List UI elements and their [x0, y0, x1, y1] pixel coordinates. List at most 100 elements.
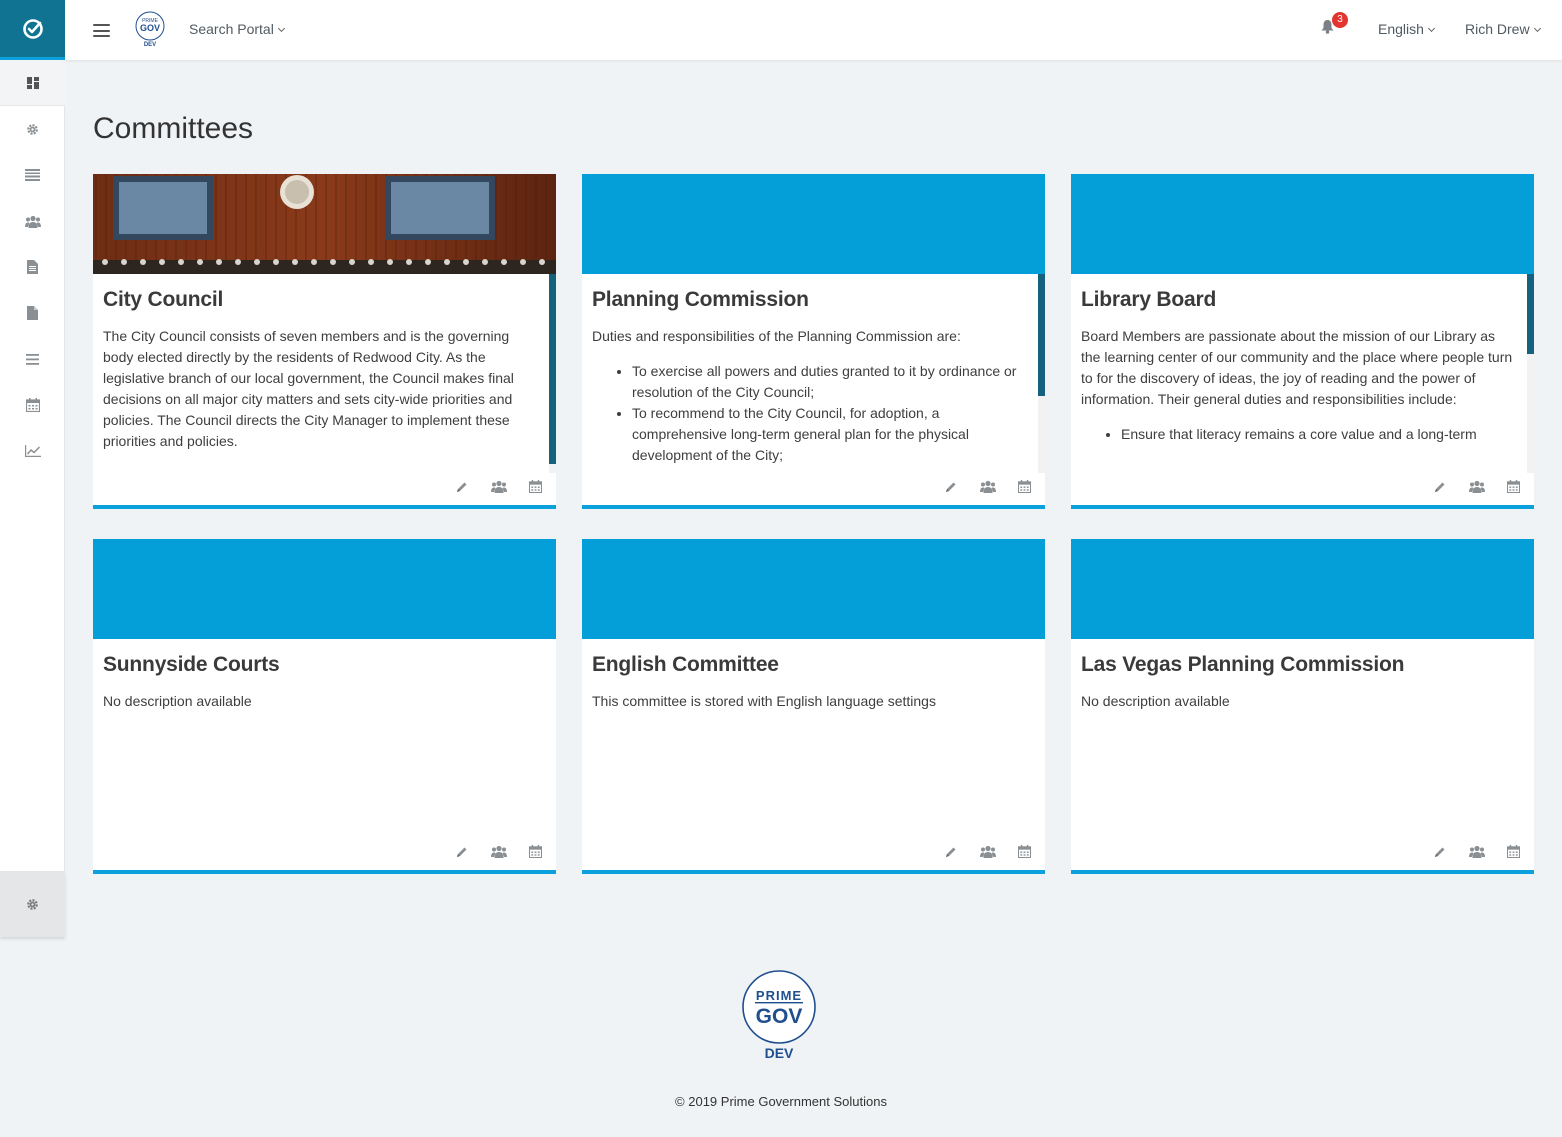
file-icon: [27, 306, 38, 320]
user-name-label: Rich Drew: [1465, 21, 1530, 37]
committee-description: The City Council consists of seven membe…: [103, 328, 514, 449]
pencil-icon: [1434, 482, 1444, 492]
language-dropdown[interactable]: English: [1378, 21, 1435, 37]
card-scrollbar-thumb[interactable]: [1527, 274, 1534, 354]
calendar-icon: [1018, 845, 1031, 858]
committee-description: This committee is stored with English la…: [592, 693, 936, 709]
committee-title[interactable]: Library Board: [1081, 288, 1514, 312]
committee-title[interactable]: Planning Commission: [592, 288, 1025, 312]
edit-button[interactable]: [453, 843, 470, 860]
committee-card-actions: [453, 478, 544, 495]
users-icon: [24, 215, 41, 228]
calendar-icon: [25, 398, 40, 412]
rail-item-documents[interactable]: [0, 244, 65, 290]
committee-banner: [582, 174, 1045, 274]
edit-button[interactable]: [453, 478, 470, 495]
brand-logo[interactable]: PRIME GOV DEV: [134, 10, 166, 53]
calendar-icon: [1507, 480, 1520, 493]
rail-item-list[interactable]: [0, 152, 65, 198]
committee-card-body: City Council The City Council consists o…: [93, 274, 556, 473]
pencil-icon: [456, 482, 466, 492]
committee-duties-list: To exercise all powers and duties grante…: [592, 361, 1025, 466]
meetings-calendar-button[interactable]: [527, 843, 544, 860]
svg-text:DEV: DEV: [144, 42, 156, 48]
svg-text:GOV: GOV: [140, 23, 160, 33]
notification-count-badge: 3: [1332, 12, 1348, 28]
list-item: Ensure that literacy remains a core valu…: [1121, 424, 1514, 445]
language-label: English: [1378, 21, 1424, 37]
hamburger-menu-icon[interactable]: [93, 24, 110, 37]
committee-card-body: Sunnyside Courts No description availabl…: [93, 639, 556, 838]
rail-item-users[interactable]: [0, 198, 65, 244]
meetings-calendar-button[interactable]: [1016, 478, 1033, 495]
rail-item-settings[interactable]: [0, 106, 65, 152]
users-icon: [979, 480, 996, 493]
check-circle-icon: [22, 18, 43, 39]
search-portal-label: Search Portal: [189, 21, 274, 37]
meetings-calendar-button[interactable]: [1016, 843, 1033, 860]
card-scrollbar-thumb[interactable]: [1038, 274, 1045, 396]
members-button[interactable]: [490, 843, 507, 860]
prime-gov-logo: PRIME GOV DEV: [135, 11, 165, 48]
committee-description: No description available: [103, 693, 252, 709]
document-icon: [27, 260, 38, 274]
search-portal-dropdown[interactable]: Search Portal: [189, 21, 285, 37]
app-logo-button[interactable]: [0, 0, 65, 60]
edit-button[interactable]: [1431, 843, 1448, 860]
committee-photo: [93, 174, 556, 274]
rail-item-files[interactable]: [0, 290, 65, 336]
dashboard-icon: [26, 76, 39, 89]
members-button[interactable]: [1468, 478, 1485, 495]
rail-item-calendar[interactable]: [0, 382, 65, 428]
users-icon: [490, 480, 507, 493]
list-icon: [25, 169, 40, 181]
committee-card-body: Las Vegas Planning Commission No descrip…: [1071, 639, 1534, 838]
committee-card[interactable]: English Committee This committee is stor…: [582, 539, 1045, 874]
committee-card-body: Library Board Board Members are passiona…: [1071, 274, 1534, 473]
committee-duties-list: Ensure that literacy remains a core valu…: [1081, 424, 1514, 445]
committee-card[interactable]: City Council The City Council consists o…: [93, 174, 556, 509]
committee-card[interactable]: Sunnyside Courts No description availabl…: [93, 539, 556, 874]
users-icon: [490, 845, 507, 858]
committee-card-actions: [1431, 478, 1522, 495]
svg-text:DEV: DEV: [765, 1045, 794, 1061]
rail-item-agenda[interactable]: [0, 336, 65, 382]
members-button[interactable]: [1468, 843, 1485, 860]
card-scrollbar-thumb[interactable]: [549, 274, 556, 464]
committee-card[interactable]: Planning Commission Duties and responsib…: [582, 174, 1045, 509]
members-button[interactable]: [979, 843, 996, 860]
committee-card[interactable]: Library Board Board Members are passiona…: [1071, 174, 1534, 509]
committee-card[interactable]: Las Vegas Planning Commission No descrip…: [1071, 539, 1534, 874]
edit-button[interactable]: [942, 843, 959, 860]
list-item: To exercise all powers and duties grante…: [632, 361, 1025, 403]
calendar-icon: [529, 480, 542, 493]
committee-banner: [93, 539, 556, 639]
committee-title[interactable]: English Committee: [592, 653, 1025, 677]
edit-button[interactable]: [942, 478, 959, 495]
members-button[interactable]: [979, 478, 996, 495]
svg-text:GOV: GOV: [756, 1005, 803, 1028]
users-icon: [1468, 480, 1485, 493]
users-icon: [979, 845, 996, 858]
edit-button[interactable]: [1431, 478, 1448, 495]
meetings-calendar-button[interactable]: [1505, 843, 1522, 860]
copyright-text: © 2019 Prime Government Solutions: [675, 1094, 887, 1109]
user-menu-dropdown[interactable]: Rich Drew: [1465, 21, 1541, 37]
rail-item-dashboard[interactable]: [0, 60, 65, 106]
prime-gov-logo: PRIME GOV DEV: [742, 970, 816, 1061]
calendar-icon: [1507, 845, 1520, 858]
meetings-calendar-button[interactable]: [1505, 478, 1522, 495]
members-button[interactable]: [490, 478, 507, 495]
gear-icon: [27, 898, 38, 910]
meetings-calendar-button[interactable]: [527, 478, 544, 495]
rail-settings-button[interactable]: [0, 871, 65, 937]
committee-description: Board Members are passionate about the m…: [1081, 328, 1513, 407]
council-chamber-image: [93, 174, 556, 274]
left-rail: [0, 0, 65, 1137]
committee-card-body: English Committee This committee is stor…: [582, 639, 1045, 838]
committee-title[interactable]: City Council: [103, 288, 536, 312]
committee-card-body: Planning Commission Duties and responsib…: [582, 274, 1045, 473]
rail-item-reports[interactable]: [0, 428, 65, 474]
committee-title[interactable]: Las Vegas Planning Commission: [1081, 653, 1514, 677]
committee-title[interactable]: Sunnyside Courts: [103, 653, 536, 677]
